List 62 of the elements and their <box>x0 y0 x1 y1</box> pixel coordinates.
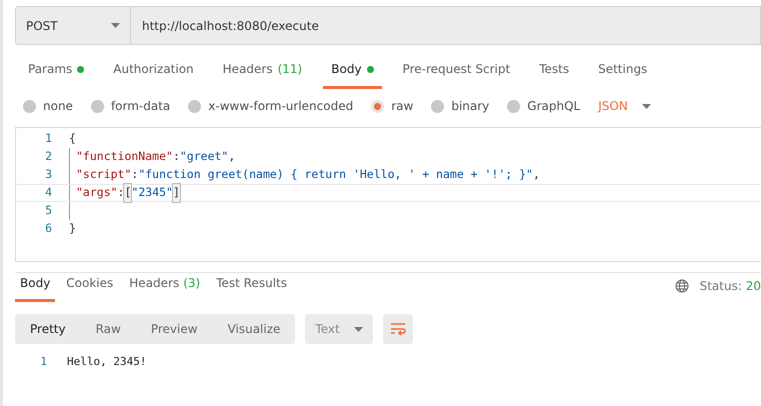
request-tab[interactable]: Settings <box>590 60 656 86</box>
url-field[interactable]: http://localhost:8080/execute <box>131 7 330 44</box>
view-mode-tab[interactable]: Raw <box>80 314 136 344</box>
radio-button[interactable] <box>431 100 444 112</box>
method-dropdown[interactable]: POST <box>16 7 131 44</box>
caret-icon <box>111 23 120 28</box>
code-token: "greet" <box>180 148 228 166</box>
view-mode-tab[interactable]: Pretty <box>15 314 81 344</box>
radio-label: form-data <box>110 98 170 115</box>
view-mode-tab[interactable]: Visualize <box>212 314 296 344</box>
radio-label: binary <box>451 98 490 115</box>
radio-button[interactable] <box>23 100 36 112</box>
response-tab[interactable]: Test Results <box>211 274 292 302</box>
code-token: [ <box>124 184 132 202</box>
caret-icon <box>354 326 363 332</box>
wrap-lines-icon <box>390 322 406 336</box>
code-token: "2345" <box>131 184 173 202</box>
line-number: 1 <box>44 130 52 148</box>
radio-label: GraphQL <box>527 98 580 115</box>
line-number: 3 <box>44 166 52 184</box>
line-number: 4 <box>44 184 52 202</box>
request-tab[interactable]: Pre-request Script <box>394 60 518 86</box>
radio-button[interactable] <box>90 100 104 112</box>
caret-icon <box>642 104 651 108</box>
line-number: 5 <box>44 202 52 220</box>
code-token: : <box>131 166 138 184</box>
code-token: : <box>172 148 180 166</box>
code-token: : <box>118 184 124 202</box>
code-token: "args" <box>76 184 118 202</box>
response-text: Hello, 2345! <box>67 354 146 370</box>
line-number: 6 <box>44 220 52 238</box>
code-token: , <box>228 148 236 166</box>
status-label: Status: <box>700 279 742 293</box>
response-tab[interactable]: Cookies <box>61 274 118 302</box>
status-code: 20 <box>746 279 761 293</box>
line-number: 1 <box>39 354 47 370</box>
request-tab[interactable]: Params <box>20 60 92 86</box>
line-number: 2 <box>44 148 52 166</box>
radio-label: none <box>43 98 73 115</box>
code-token: "script" <box>76 166 132 184</box>
request-tab[interactable]: Tests <box>531 60 578 86</box>
request-tab[interactable]: Body <box>323 60 382 86</box>
radio-label: raw <box>391 98 414 115</box>
request-tab[interactable]: Headers (11) <box>214 60 310 86</box>
code-token: , <box>532 166 540 184</box>
radio-button[interactable] <box>507 100 520 112</box>
tab-count: (3) <box>183 275 200 292</box>
request-tab[interactable]: Authorization <box>105 60 202 86</box>
tab-count: (11) <box>278 61 302 78</box>
code-token: ] <box>172 184 180 202</box>
wrap-toggle[interactable] <box>382 314 413 344</box>
code-token: "function greet(name) { return 'Hello, ' + name + '!'; }" <box>138 166 533 184</box>
code-token: "functionName" <box>76 148 173 166</box>
radio-button[interactable] <box>371 100 384 112</box>
globe-icon[interactable] <box>674 279 689 293</box>
view-mode-tab[interactable]: Preview <box>136 314 213 344</box>
code-token: { <box>69 130 76 148</box>
code-token: } <box>69 220 76 238</box>
radio-button[interactable] <box>188 100 202 112</box>
response-tab[interactable]: Body <box>15 274 56 302</box>
response-tab[interactable]: Headers (3) <box>124 274 206 302</box>
radio-label: x-www-form-urlencoded <box>208 98 354 115</box>
